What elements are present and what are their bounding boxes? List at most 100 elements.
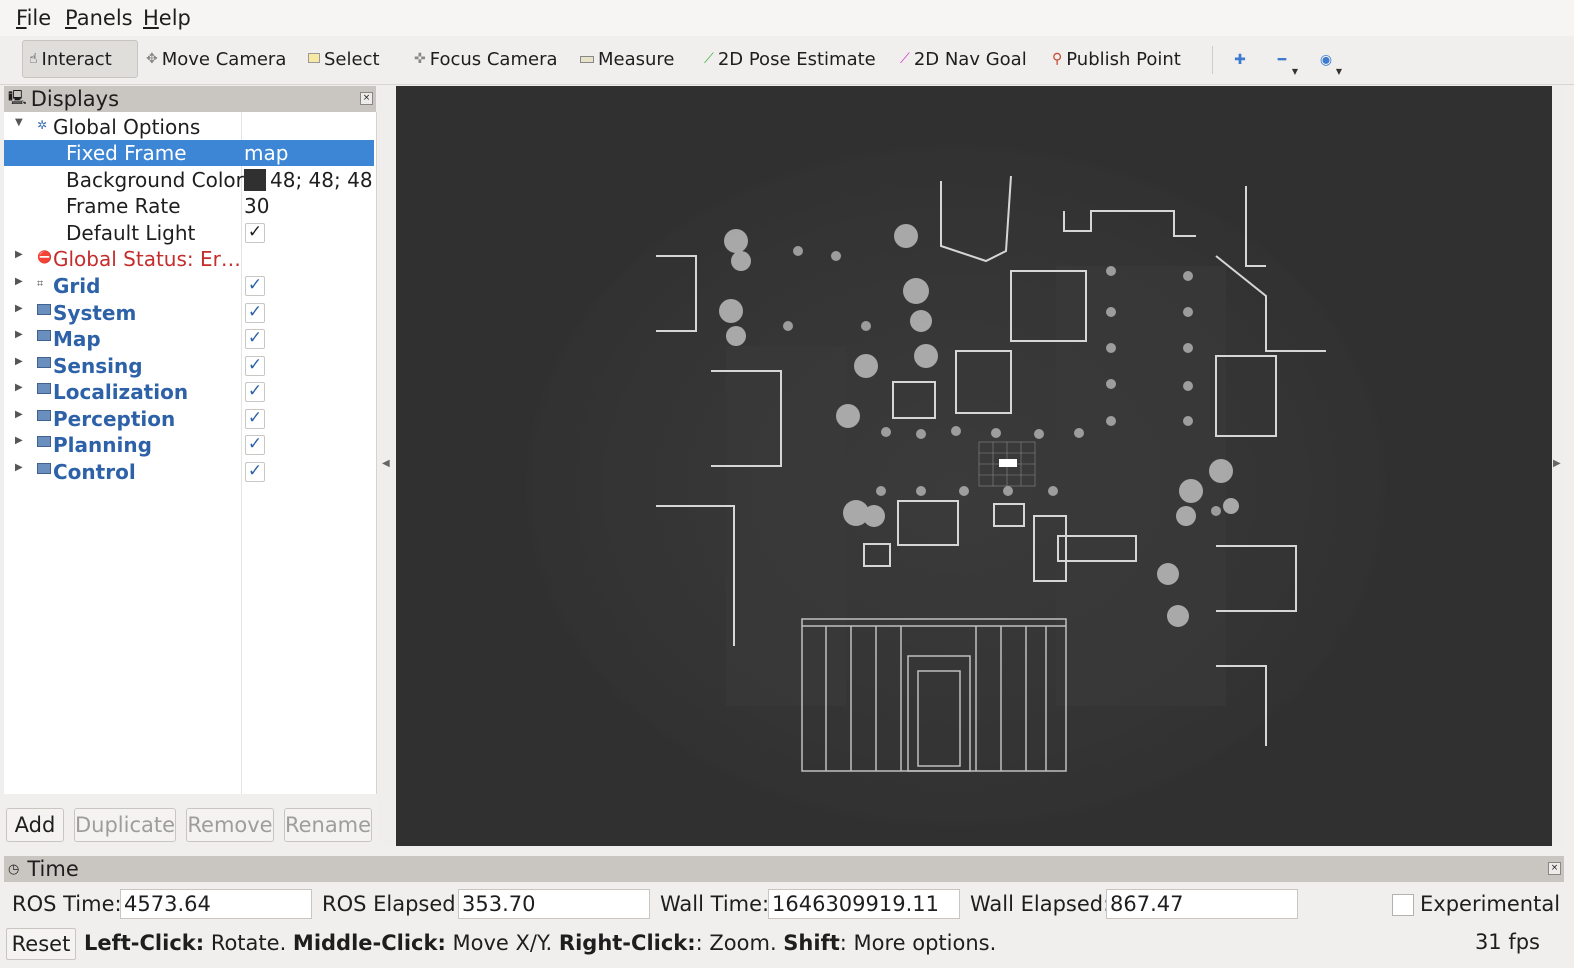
green-arrow-icon: ⟋ [704, 51, 714, 67]
dropdown-arrow-icon: ▼ [1335, 67, 1342, 76]
hand-pointer-icon: ☝ [29, 51, 38, 67]
ros-elapsed-field[interactable]: 353.70 [458, 889, 650, 919]
folder-icon [37, 383, 51, 397]
grid-checkbox[interactable]: ✓ [245, 276, 265, 296]
collapse-right-arrow-icon[interactable]: ▶ [1553, 458, 1561, 469]
background-color-value[interactable]: 48; 48; 48 [244, 168, 373, 192]
monitor-icon: 🖳 [8, 90, 27, 106]
tree-row-global-options[interactable]: ▼ ✲ Global Options [4, 114, 374, 140]
collapsed-arrow-icon[interactable]: ▶ [15, 382, 23, 393]
wall-elapsed-field[interactable]: 867.47 [1106, 889, 1298, 919]
right-panel-splitter[interactable]: ▶ [1552, 86, 1564, 846]
frame-rate-value[interactable]: 30 [244, 194, 269, 218]
point-cloud-map [396, 86, 1552, 846]
tree-row-fixed-frame[interactable]: Fixed Frame map [4, 140, 374, 166]
sensing-checkbox[interactable]: ✓ [245, 356, 265, 376]
map-checkbox[interactable]: ✓ [245, 329, 265, 349]
grid-icon: ⌗ [37, 277, 44, 290]
fps-counter: 31 fps [1474, 930, 1540, 954]
tree-row-control[interactable]: ▶ Control ✓ [4, 459, 374, 485]
focus-camera-tool-button[interactable]: ✜ Focus Camera [408, 40, 564, 78]
collapsed-arrow-icon[interactable]: ▶ [15, 329, 23, 340]
folder-icon [37, 304, 51, 318]
nav-goal-tool-button[interactable]: ⟋ 2D Nav Goal [894, 40, 1033, 78]
collapsed-arrow-icon[interactable]: ▶ [15, 435, 23, 446]
tree-row-map[interactable]: ▶ Map ✓ [4, 326, 374, 352]
system-checkbox[interactable]: ✓ [245, 303, 265, 323]
default-light-checkbox[interactable]: ✓ [245, 223, 265, 243]
duplicate-display-button[interactable]: Duplicate [74, 808, 176, 842]
interaction-hint: Left-Click: Rotate. Middle-Click: Move X… [84, 931, 997, 955]
collapse-left-arrow-icon[interactable]: ◀ [382, 458, 390, 469]
remove-tool-icon[interactable]: ━ ▼ [1268, 48, 1298, 76]
collapsed-arrow-icon[interactable]: ▶ [15, 303, 23, 314]
toolbar: ☝ Interact ✥ Move Camera Select ✜ Focus Cam… [0, 36, 1574, 85]
collapsed-arrow-icon[interactable]: ▶ [15, 462, 23, 473]
expanded-arrow-icon[interactable]: ▼ [15, 117, 23, 128]
menu-panels[interactable]: Panels [65, 6, 133, 30]
fixed-frame-value[interactable]: map [244, 141, 288, 165]
add-tool-icon[interactable]: ✚ [1226, 48, 1254, 72]
select-tool-button[interactable]: Select [302, 40, 386, 78]
tree-row-frame-rate[interactable]: Frame Rate 30 [4, 193, 374, 219]
tree-row-background-color[interactable]: Background Color 48; 48; 48 [4, 167, 374, 193]
map-pin-icon: ⚲ [1052, 51, 1063, 67]
publish-point-tool-button[interactable]: ⚲ Publish Point [1046, 40, 1187, 78]
tool-properties-icon[interactable]: ◉ ▼ [1312, 48, 1342, 76]
ego-vehicle [999, 459, 1017, 467]
tree-row-perception[interactable]: ▶ Perception ✓ [4, 406, 374, 432]
magenta-arrow-icon: ⟋ [900, 51, 910, 67]
ros-time-field[interactable]: 4573.64 [120, 889, 312, 919]
time-panel-header: ◷ Time × [4, 856, 1564, 882]
panel-splitter[interactable]: ◀ [378, 86, 394, 846]
menu-file[interactable]: File [16, 6, 51, 30]
measure-tool-button[interactable]: Measure [574, 40, 681, 78]
localization-checkbox[interactable]: ✓ [245, 382, 265, 402]
menu-help[interactable]: Help [143, 6, 191, 30]
tree-row-system[interactable]: ▶ System ✓ [4, 300, 374, 326]
clock-icon: ◷ [8, 861, 20, 877]
reset-button[interactable]: Reset [6, 928, 76, 960]
close-panel-icon[interactable]: × [360, 92, 373, 105]
ruler-icon [580, 51, 594, 67]
tree-row-localization[interactable]: ▶ Localization ✓ [4, 379, 374, 405]
pose-estimate-tool-button[interactable]: ⟋ 2D Pose Estimate [698, 40, 882, 78]
move-arrows-icon: ✥ [146, 51, 158, 67]
folder-icon [37, 330, 51, 344]
planning-checkbox[interactable]: ✓ [245, 435, 265, 455]
interact-tool-button[interactable]: ☝ Interact [22, 40, 138, 78]
add-display-button[interactable]: Add [6, 808, 64, 842]
control-checkbox[interactable]: ✓ [245, 462, 265, 482]
displays-tree: ▼ ✲ Global Options Fixed Frame map Backg… [4, 112, 377, 794]
tree-row-planning[interactable]: ▶ Planning ✓ [4, 432, 374, 458]
toolbar-separator [1212, 46, 1213, 74]
close-panel-icon[interactable]: × [1548, 862, 1561, 875]
tree-row-grid[interactable]: ▶ ⌗ Grid ✓ [4, 273, 374, 299]
menu-bar: File Panels Help [0, 0, 1574, 36]
rename-display-button[interactable]: Rename [284, 808, 372, 842]
remove-display-button[interactable]: Remove [186, 808, 274, 842]
error-icon: ⛔ [37, 250, 52, 264]
experimental-label: Experimental [1420, 892, 1561, 916]
perception-checkbox[interactable]: ✓ [245, 409, 265, 429]
folder-icon [37, 357, 51, 371]
render-viewport[interactable] [396, 86, 1552, 846]
folder-icon [37, 436, 51, 450]
displays-panel-header: 🖳 Displays × [4, 86, 376, 112]
tree-row-sensing[interactable]: ▶ Sensing ✓ [4, 353, 374, 379]
dropdown-arrow-icon: ▼ [1291, 67, 1298, 76]
focus-crosshair-icon: ✜ [414, 51, 426, 67]
wall-time-field[interactable]: 1646309919.11 [768, 889, 960, 919]
collapsed-arrow-icon[interactable]: ▶ [15, 276, 23, 287]
collapsed-arrow-icon[interactable]: ▶ [15, 249, 23, 260]
select-rectangle-icon [308, 51, 320, 67]
collapsed-arrow-icon[interactable]: ▶ [15, 409, 23, 420]
folder-icon [37, 410, 51, 424]
color-swatch [244, 169, 266, 191]
tree-row-default-light[interactable]: Default Light ✓ [4, 220, 374, 246]
experimental-checkbox[interactable] [1392, 894, 1414, 916]
tree-row-global-status[interactable]: ▶ ⛔ Global Status: Er… [4, 246, 374, 272]
collapsed-arrow-icon[interactable]: ▶ [15, 356, 23, 367]
move-camera-tool-button[interactable]: ✥ Move Camera [140, 40, 292, 78]
gear-icon: ✲ [37, 118, 48, 132]
